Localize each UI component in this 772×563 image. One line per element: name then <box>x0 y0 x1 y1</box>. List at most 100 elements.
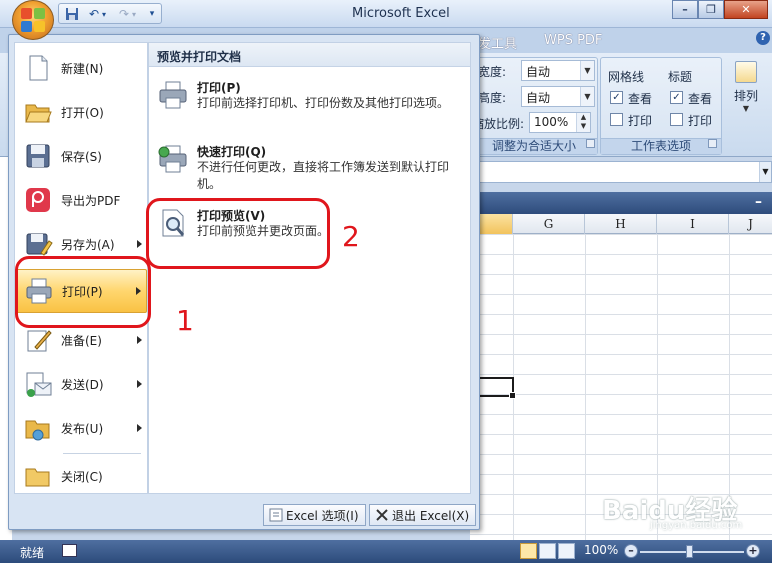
gridlines-view-checkbox[interactable]: ✓ <box>610 91 623 104</box>
gridlines-print-checkbox[interactable] <box>610 113 623 126</box>
headings-view-label: 查看 <box>688 92 713 106</box>
menu-item-publish[interactable]: 发布(U) <box>15 407 147 449</box>
zoom-in-icon[interactable]: + <box>746 544 760 558</box>
menu-item-label: 发送(D) <box>61 377 104 392</box>
options-icon <box>269 508 283 522</box>
headings-print-label: 打印 <box>688 114 713 128</box>
submenu-arrow-icon <box>137 380 142 388</box>
group-sheet-options-label: 工作表选项 <box>601 138 721 154</box>
quick-access-toolbar: ↶ ▾ ↷ ▾ ▾ <box>58 3 162 24</box>
page-layout-view-icon[interactable] <box>539 543 556 559</box>
menu-item-label: 新建(N) <box>61 61 104 76</box>
chevron-down-icon[interactable]: ▼ <box>580 87 594 106</box>
window-title: Microsoft Excel <box>352 6 450 21</box>
scale-spinner[interactable]: 100% ▲ ▼ <box>529 112 591 133</box>
restore-icon[interactable]: ❐ <box>698 0 724 19</box>
prepare-icon <box>27 330 52 352</box>
width-label: 宽度: <box>478 65 507 79</box>
chevron-down-icon[interactable]: ▼ <box>580 61 594 80</box>
send-icon <box>26 372 52 397</box>
excel-options-button[interactable]: Excel 选项(I) <box>263 504 366 526</box>
height-label: 高度: <box>478 91 507 105</box>
dialog-launcher-icon[interactable] <box>708 139 717 148</box>
macro-record-icon[interactable] <box>62 544 77 557</box>
arrange-button[interactable]: 排列 ▼ <box>726 57 766 127</box>
menu-item-send[interactable]: 发送(D) <box>15 363 147 405</box>
save-as-icon <box>26 233 53 256</box>
save-disk-icon <box>26 144 50 168</box>
watermark-url: jingyan.baidu.com <box>650 520 743 531</box>
column-header-j[interactable]: J <box>729 214 772 234</box>
gridlines-print-label: 打印 <box>628 114 653 128</box>
exit-icon <box>376 509 388 521</box>
exit-excel-button[interactable]: 退出 Excel(X) <box>369 504 477 526</box>
submenu-arrow-icon <box>137 336 142 344</box>
page-break-view-icon[interactable] <box>558 543 575 559</box>
submenu-item-title: 打印(P) <box>197 81 241 95</box>
quick-print-icon <box>158 145 187 173</box>
submenu-item-desc: 不进行任何更改，直接将工作簿发送到默认打印机。 <box>197 160 450 191</box>
submenu-item-print[interactable]: 打印(P) 打印前选择打印机、打印份数及其他打印选项。 <box>153 75 466 133</box>
menu-item-open[interactable]: 打开(O) <box>15 91 147 133</box>
headings-view-checkbox[interactable]: ✓ <box>670 91 683 104</box>
annotation-step-2: 2 <box>342 220 360 253</box>
width-combo[interactable]: 自动 ▼ <box>521 60 595 81</box>
menu-item-label: 打开(O) <box>61 105 104 120</box>
minimize-icon[interactable]: – <box>672 0 698 19</box>
help-icon[interactable]: ? <box>756 31 770 45</box>
zoom-slider-thumb[interactable] <box>686 545 693 558</box>
redo-dropdown-icon[interactable]: ▾ <box>129 6 139 22</box>
menu-item-close[interactable]: 关闭(C) <box>15 455 147 497</box>
zoom-level[interactable]: 100% <box>584 543 618 557</box>
close-icon[interactable]: ✕ <box>724 0 768 19</box>
status-ready: 就绪 <box>20 546 45 560</box>
open-folder-icon <box>25 104 52 123</box>
column-header-g[interactable]: G <box>513 214 585 234</box>
menu-item-save[interactable]: 保存(S) <box>15 135 147 177</box>
submenu-item-title: 快速打印(Q) <box>197 145 267 159</box>
baidu-watermark: Baidu经验 jingyan.baidu.com <box>596 484 746 534</box>
column-headers: G H I J <box>470 214 772 234</box>
menu-item-label: 发布(U) <box>61 421 104 436</box>
undo-dropdown-icon[interactable]: ▾ <box>99 6 109 22</box>
spinner-arrows-icon[interactable]: ▲ ▼ <box>576 113 590 132</box>
submenu-arrow-icon <box>137 240 142 248</box>
arrange-label: 排列 <box>733 89 758 103</box>
menu-item-new[interactable]: 新建(N) <box>15 47 147 89</box>
annotation-step-1: 1 <box>176 304 194 337</box>
window-controls: – ❐ ✕ <box>672 0 768 19</box>
group-scale-to-fit-label: 调整为合适大小 <box>471 138 597 154</box>
zoom-out-icon[interactable]: – <box>624 544 638 558</box>
tab-wps-pdf[interactable]: WPS PDF <box>544 33 602 48</box>
grid-line <box>585 234 586 540</box>
menu-item-export-pdf[interactable]: 导出为PDF <box>15 179 147 221</box>
printer-icon <box>159 81 187 109</box>
menu-item-label: 保存(S) <box>61 149 102 164</box>
office-logo-icon <box>21 8 45 32</box>
height-combo[interactable]: 自动 ▼ <box>521 86 595 107</box>
headings-label: 标题 <box>668 70 693 84</box>
menu-separator <box>63 453 141 454</box>
office-button[interactable] <box>12 0 54 40</box>
column-header-h[interactable]: H <box>585 214 657 234</box>
annotation-box-print-preview <box>146 198 330 269</box>
submenu-header: 预览并打印文档 <box>149 43 470 67</box>
dialog-launcher-icon[interactable] <box>586 139 595 148</box>
height-value: 自动 <box>526 91 551 105</box>
annotation-box-print <box>15 256 151 328</box>
menu-item-label: 导出为PDF <box>61 193 121 208</box>
submenu-item-quick-print[interactable]: 快速打印(Q) 不进行任何更改，直接将工作簿发送到默认打印机。 <box>153 139 466 197</box>
tab-developer[interactable]: 发工具 <box>478 33 517 52</box>
menu-item-label: 准备(E) <box>61 333 102 348</box>
normal-view-icon[interactable] <box>520 543 537 559</box>
headings-print-checkbox[interactable] <box>670 113 683 126</box>
customize-toolbar-icon[interactable]: ▾ <box>145 6 159 22</box>
new-document-icon <box>29 55 48 81</box>
save-icon[interactable] <box>63 6 81 22</box>
chevron-down-icon[interactable]: ▼ <box>759 162 771 182</box>
publish-icon <box>25 420 50 441</box>
column-header-i[interactable]: I <box>657 214 729 234</box>
office-menu-footer: Excel 选项(I) 退出 Excel(X) <box>9 501 479 529</box>
formula-bar[interactable]: ▼ <box>470 161 772 183</box>
minimize-icon[interactable]: – <box>755 194 762 210</box>
